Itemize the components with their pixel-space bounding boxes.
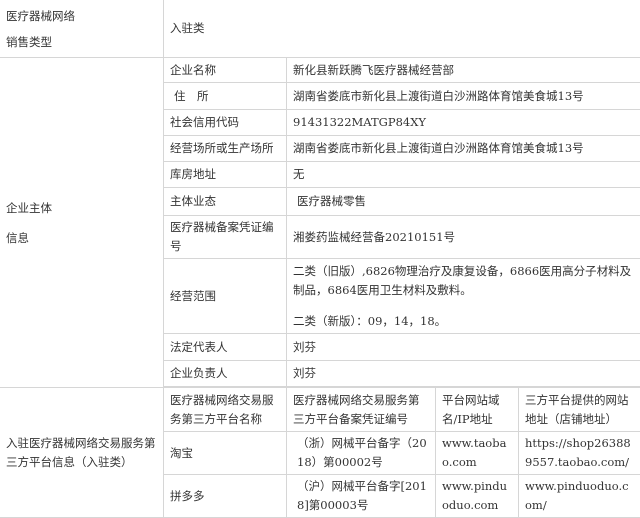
entity-value: 湘娄药监械经营备20210151号 — [287, 216, 640, 259]
platform-domain: www.pinduoduo.com — [436, 475, 519, 518]
entity-value: 新化县新跃腾飞医疗器械经营部 — [287, 58, 640, 83]
sales-type-label-line1: 医疗器械网络 — [6, 3, 157, 29]
scope-old: 二类（旧版）,6826物理治疗及康复设备，6866医用高分子材料及制品，6864… — [293, 262, 634, 300]
sales-type-label-line2: 销售类型 — [6, 29, 157, 55]
platform-section-line2: 三方平台信息（入驻类） — [6, 453, 157, 472]
entity-label: 医疗器械备案凭证编号 — [164, 216, 287, 259]
entity-label: 企业负责人 — [164, 361, 287, 387]
platform-name: 拼多多 — [164, 475, 287, 518]
platform-section-line1: 入驻医疗器械网络交易服务第 — [6, 434, 157, 453]
entity-value: 医疗器械零售 — [287, 188, 640, 216]
platform-shop-link[interactable]: www.pinduoduo.com/ — [519, 475, 640, 518]
entity-row-name: 企业主体 信息 企业名称 新化县新跃腾飞医疗器械经营部 — [0, 58, 640, 83]
info-table: 医疗器械网络 销售类型 入驻类 企业主体 信息 企业名称 新化县新跃腾飞医疗器械… — [0, 0, 640, 518]
platform-header-row: 入驻医疗器械网络交易服务第 三方平台信息（入驻类） 医疗器械网络交易服务第三方平… — [0, 388, 640, 432]
platform-header-record: 医疗器械网络交易服务第三方平台备案凭证编号 — [287, 388, 436, 432]
entity-section-line2: 信息 — [6, 223, 157, 253]
entity-label: 经营范围 — [164, 259, 287, 334]
entity-label: 经营场所或生产场所 — [164, 136, 287, 162]
entity-label: 企业名称 — [164, 58, 287, 83]
platform-header-name: 医疗器械网络交易服务第三方平台名称 — [164, 388, 287, 432]
platform-section-label: 入驻医疗器械网络交易服务第 三方平台信息（入驻类） — [0, 388, 164, 518]
entity-value: 湖南省娄底市新化县上渡街道白沙洲路体育馆美食城13号 — [287, 83, 640, 110]
sales-type-value: 入驻类 — [164, 0, 640, 58]
entity-section-label: 企业主体 信息 — [0, 58, 164, 388]
platform-record: （浙）网械平台备字（2018）第00002号 — [287, 432, 436, 475]
platform-domain: www.taobao.com — [436, 432, 519, 475]
entity-value: 91431322MATGP84XY — [287, 110, 640, 136]
info-sheet: 医疗器械网络 销售类型 入驻类 企业主体 信息 企业名称 新化县新跃腾飞医疗器械… — [0, 0, 640, 516]
entity-value: 湖南省娄底市新化县上渡街道白沙洲路体育馆美食城13号 — [287, 136, 640, 162]
platform-header-shop: 三方平台提供的网站地址（店铺地址） — [519, 388, 640, 432]
entity-value: 无 — [287, 162, 640, 188]
entity-label: 库房地址 — [164, 162, 287, 188]
entity-section-line1: 企业主体 — [6, 193, 157, 223]
entity-label: 法定代表人 — [164, 334, 287, 361]
entity-label: 社会信用代码 — [164, 110, 287, 136]
scope-new: 二类（新版）：09，14，18。 — [293, 312, 634, 331]
sales-type-row: 医疗器械网络 销售类型 入驻类 — [0, 0, 640, 58]
entity-value: 刘芬 — [287, 361, 640, 387]
sales-type-label: 医疗器械网络 销售类型 — [0, 0, 164, 58]
entity-label: 住 所 — [164, 83, 287, 110]
platform-shop-link[interactable]: https://shop263889557.taobao.com/ — [519, 432, 640, 475]
platform-name: 淘宝 — [164, 432, 287, 475]
entity-value: 刘芬 — [287, 334, 640, 361]
platform-header-domain: 平台网站域名/IP地址 — [436, 388, 519, 432]
platform-record: （沪）网械平台备字[2018]第00003号 — [287, 475, 436, 518]
entity-label: 主体业态 — [164, 188, 287, 216]
entity-scope-value: 二类（旧版）,6826物理治疗及康复设备，6866医用高分子材料及制品，6864… — [287, 259, 640, 334]
